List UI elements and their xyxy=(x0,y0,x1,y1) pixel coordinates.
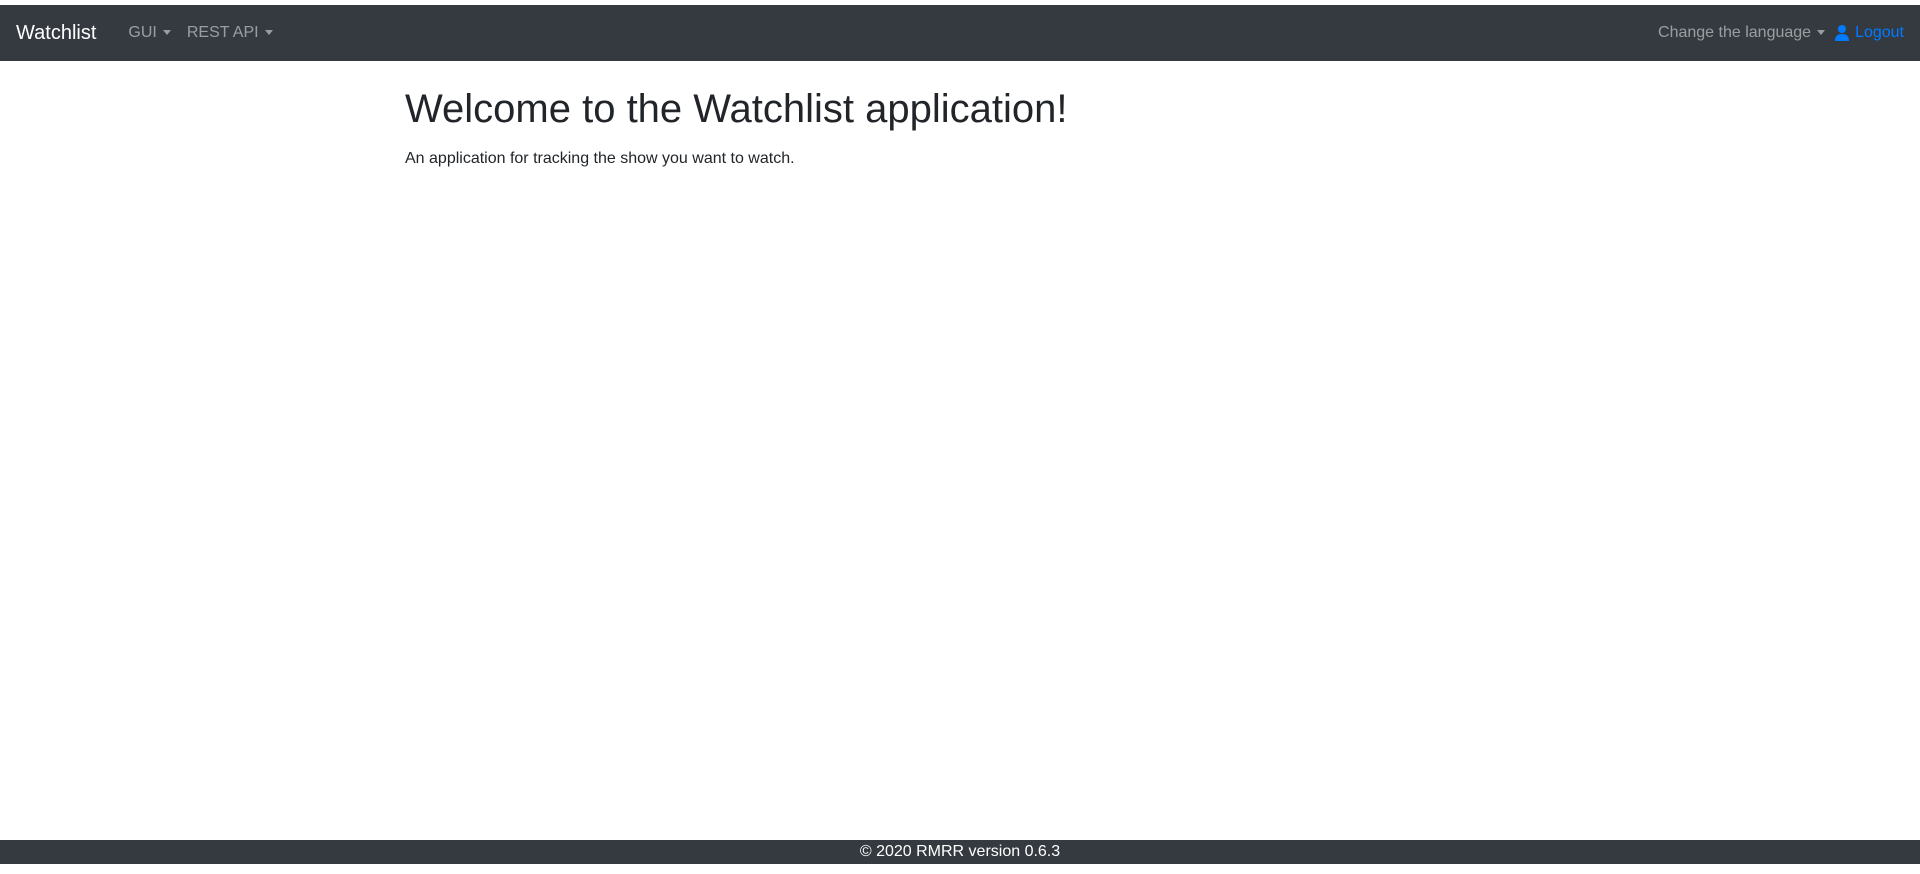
footer-text: © 2020 RMRR version 0.6.3 xyxy=(859,843,1061,860)
nav-gui-label: GUI xyxy=(128,24,157,41)
chevron-down-icon xyxy=(1817,29,1826,35)
language-label: Change the language xyxy=(1658,24,1812,41)
nav-gui-dropdown[interactable]: GUI xyxy=(120,25,178,41)
logout-label: Logout xyxy=(1855,24,1904,41)
page-title: Welcome to the Watchlist application! xyxy=(405,87,1068,131)
logout-link[interactable]: Logout xyxy=(1833,25,1904,41)
page: Watchlist GUI REST API Change the langua… xyxy=(0,0,1920,874)
chevron-down-icon xyxy=(162,29,171,35)
nav-rest-api-label: REST API xyxy=(186,24,259,41)
footer: © 2020 RMRR version 0.6.3 xyxy=(0,840,1920,864)
page-subtitle: An application for tracking the show you… xyxy=(405,150,795,167)
nav-rest-api-dropdown[interactable]: REST API xyxy=(179,25,281,41)
navbar-left: Watchlist GUI REST API xyxy=(16,23,281,43)
navbar-right: Change the language Logout xyxy=(1650,25,1904,41)
brand-link[interactable]: Watchlist xyxy=(16,23,96,43)
chevron-down-icon xyxy=(264,29,273,35)
navbar: Watchlist GUI REST API Change the langua… xyxy=(0,5,1920,61)
user-icon xyxy=(1835,25,1850,41)
language-dropdown[interactable]: Change the language xyxy=(1650,25,1833,41)
main-content: Welcome to the Watchlist application! An… xyxy=(405,61,1515,171)
